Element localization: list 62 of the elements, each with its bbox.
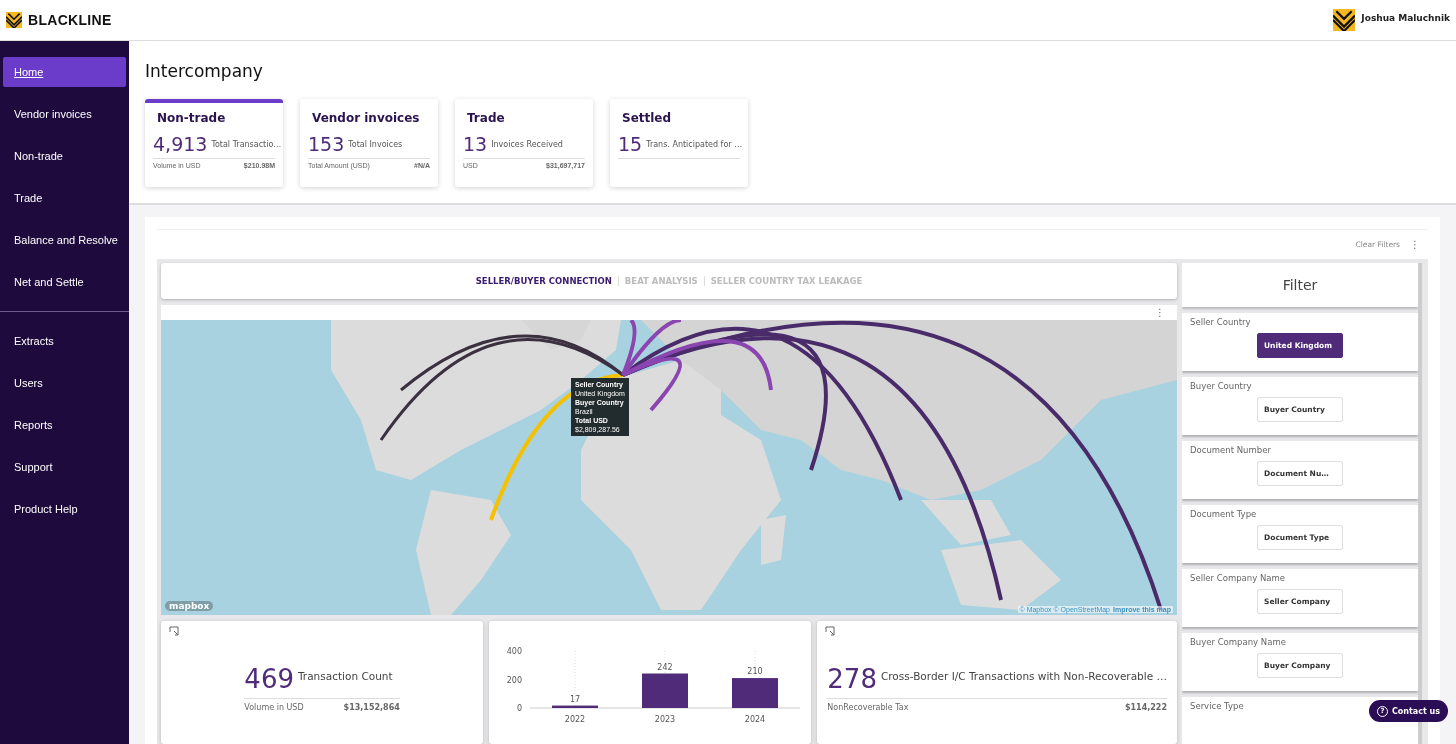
filter-label: Seller Company Name <box>1190 573 1285 583</box>
sidebar-item[interactable]: Support <box>3 452 126 482</box>
metric-label: Transaction Count <box>298 669 393 682</box>
data-label: 210 <box>747 666 763 676</box>
logo-icon <box>6 12 22 28</box>
card-value: 15 <box>618 133 643 155</box>
expand-icon[interactable] <box>825 626 836 636</box>
metric-label: Cross-Border I/C Transactions with Non-Recoverable … <box>880 669 1167 682</box>
card-title: Settled <box>622 111 673 125</box>
data-label: 242 <box>657 662 673 671</box>
sidebar-item[interactable]: Reports <box>3 410 126 440</box>
metric-sub-label: Volume in USD <box>244 702 304 712</box>
sidebar-item[interactable]: Vendor invoices <box>3 99 126 129</box>
sidebar-item[interactable]: Trade <box>3 183 126 213</box>
axis-category-label: 2023 <box>655 714 676 724</box>
card-label: Total Transactio… <box>211 139 282 149</box>
sidebar-item[interactable]: Balance and Resolve <box>3 225 126 255</box>
card-value: 4,913 <box>153 133 208 155</box>
brand-name: BLACKLINE <box>28 12 112 28</box>
metric-value: 469 <box>244 663 294 694</box>
card-title: Trade <box>467 111 506 125</box>
map-menu[interactable]: ⋮ <box>1155 307 1165 318</box>
filter-label: Service Type <box>1190 701 1244 711</box>
card-value: 153 <box>308 133 345 155</box>
axis-category-label: 2022 <box>565 714 586 724</box>
card-label: Trans. Anticipated for … <box>646 139 743 149</box>
filter-title: Filter <box>1182 263 1418 307</box>
filter-label: Buyer Country <box>1190 381 1252 391</box>
axis-tick-label: 200 <box>506 675 523 684</box>
card-value: 13 <box>463 133 488 155</box>
map-logo: mapbox <box>165 601 214 611</box>
bar <box>642 673 689 708</box>
card-label: Total Invoices <box>348 139 403 149</box>
filter-label: Document Type <box>1190 509 1257 519</box>
card-title: Non-trade <box>157 111 227 125</box>
sidebar-item[interactable]: Users <box>3 368 126 398</box>
sidebar-item[interactable]: Net and Settle <box>3 267 126 297</box>
card-label: Invoices Received <box>491 139 563 149</box>
metric-value: 278 <box>827 663 877 694</box>
filter-label: Seller Country <box>1190 317 1251 327</box>
sidebar-item[interactable]: Home <box>3 57 126 87</box>
data-label: 17 <box>570 694 581 704</box>
filter-label: Document Number <box>1190 445 1271 455</box>
page-title: Intercompany <box>145 61 264 81</box>
sidebar-item[interactable]: Product Help <box>3 494 126 524</box>
sidebar-item[interactable]: Extracts <box>3 326 126 356</box>
axis-tick-label: 400 <box>506 646 523 656</box>
sidebar-item[interactable]: Non-trade <box>3 141 126 171</box>
more-menu[interactable]: ⋮ <box>1410 239 1420 250</box>
axis-tick-label: 0 <box>517 703 523 713</box>
card-title: Vendor invoices <box>312 111 421 125</box>
metric-sub-value: $114,222 <box>1125 702 1167 712</box>
logo-icon <box>1333 9 1356 31</box>
filter-label: Buyer Company Name <box>1190 637 1286 647</box>
expand-icon[interactable] <box>169 626 179 636</box>
bar <box>552 705 599 708</box>
bar <box>732 677 779 708</box>
tab[interactable]: SELLER/BUYER CONNECTION <box>469 276 618 286</box>
metric-sub-value: $13,152,864 <box>343 702 400 712</box>
axis-category-label: 2024 <box>745 714 766 724</box>
user-name[interactable]: Joshua Maluchnik <box>1361 13 1450 23</box>
metric-sub-label: NonRecoverable Tax <box>827 702 909 712</box>
